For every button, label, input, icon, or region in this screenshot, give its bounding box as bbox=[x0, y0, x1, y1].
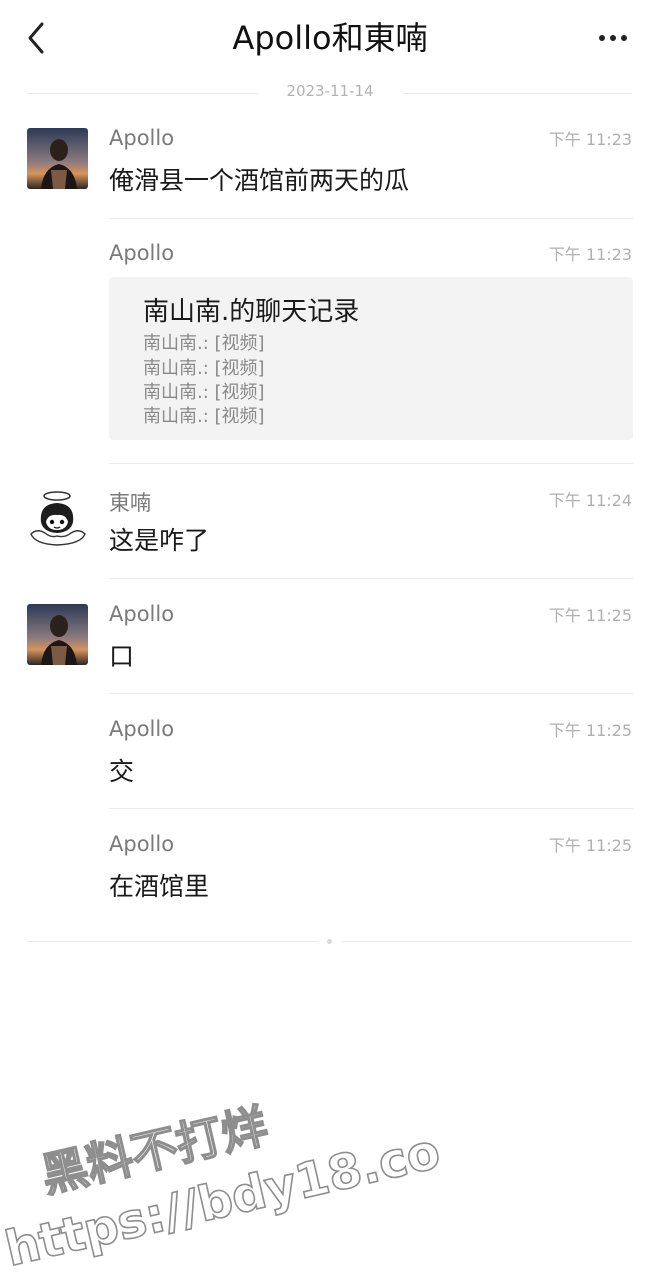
chat-header: Apollo和東喃 bbox=[0, 0, 660, 78]
end-separator-dot bbox=[327, 939, 332, 944]
message-divider bbox=[109, 808, 633, 809]
chat-title: Apollo和東喃 bbox=[232, 19, 428, 57]
message-time: 下午 11:23 bbox=[548, 245, 632, 264]
message-text[interactable]: 在酒馆里 bbox=[109, 867, 209, 903]
watermark: 黑料不打烊 https://bdy18.co bbox=[0, 1100, 446, 1278]
sender-name: Apollo bbox=[109, 126, 175, 150]
message-time: 下午 11:25 bbox=[548, 721, 632, 740]
message-time: 下午 11:24 bbox=[548, 491, 632, 510]
date-separator: 2023-11-14 bbox=[28, 80, 632, 106]
watermark-line-2: https://bdy18.co bbox=[0, 1123, 445, 1277]
chat-record-line: 南山南.: [视频] bbox=[143, 333, 265, 354]
message-text[interactable]: 口 bbox=[109, 637, 134, 673]
avatar-dongnan[interactable] bbox=[27, 488, 88, 549]
avatar-apollo[interactable] bbox=[27, 604, 88, 665]
message-time: 下午 11:25 bbox=[548, 836, 632, 855]
end-separator-line bbox=[28, 941, 318, 942]
more-horizontal-icon bbox=[599, 35, 627, 41]
message-time: 下午 11:23 bbox=[548, 130, 632, 149]
sender-name: Apollo bbox=[109, 241, 175, 265]
separator-line bbox=[404, 93, 632, 94]
message-text[interactable]: 俺滑县一个酒馆前两天的瓜 bbox=[109, 161, 409, 197]
message-divider bbox=[109, 463, 633, 464]
chat-record-line: 南山南.: [视频] bbox=[143, 406, 265, 427]
message-divider bbox=[109, 218, 633, 219]
chat-record-title: 南山南.的聊天记录 bbox=[143, 297, 360, 327]
message-text[interactable]: 交 bbox=[109, 752, 134, 788]
message-time: 下午 11:25 bbox=[548, 606, 632, 625]
message-divider bbox=[109, 578, 633, 579]
chat-record-line: 南山南.: [视频] bbox=[143, 382, 265, 403]
watermark-line-1: 黑料不打烊 bbox=[36, 1100, 272, 1203]
sender-name: Apollo bbox=[109, 602, 175, 626]
sender-name: 東喃 bbox=[109, 491, 151, 515]
date-label: 2023-11-14 bbox=[286, 82, 374, 100]
message-text[interactable]: 这是咋了 bbox=[109, 521, 209, 557]
more-button[interactable] bbox=[596, 22, 636, 54]
avatar-apollo[interactable] bbox=[27, 128, 88, 189]
message-divider bbox=[109, 693, 633, 694]
sender-name: Apollo bbox=[109, 832, 175, 856]
end-separator-line bbox=[342, 941, 632, 942]
sender-name: Apollo bbox=[109, 717, 175, 741]
chat-record-line: 南山南.: [视频] bbox=[143, 358, 265, 379]
chat-record-card[interactable]: 南山南.的聊天记录 南山南.: [视频] 南山南.: [视频] 南山南.: [视… bbox=[109, 277, 633, 440]
